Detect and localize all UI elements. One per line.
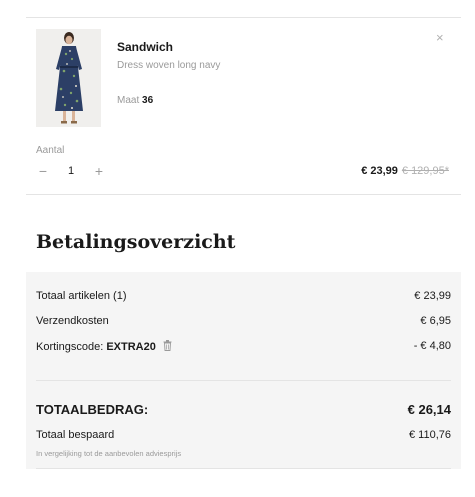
- product-description: Dress woven long navy: [117, 60, 221, 71]
- size-label: Maat: [117, 95, 140, 106]
- minus-icon[interactable]: −: [36, 163, 50, 179]
- divider: [26, 194, 461, 195]
- summary-row-label: Verzendkosten: [36, 315, 109, 327]
- price-original: € 129,95*: [401, 165, 449, 177]
- divider: [26, 17, 461, 18]
- product-brand[interactable]: Sandwich: [117, 40, 173, 54]
- quantity-label: Aantal: [36, 145, 65, 156]
- quantity-value[interactable]: 1: [50, 165, 92, 177]
- product-image[interactable]: [36, 29, 101, 127]
- summary-panel: Totaal artikelen (1) € 23,99 Verzendkost…: [26, 272, 461, 469]
- discount-value: - € 4,80: [413, 340, 451, 352]
- summary-row-articles: Totaal artikelen (1) € 23,99: [36, 290, 451, 302]
- divider: [36, 468, 451, 469]
- quantity-stepper: − 1 +: [36, 163, 106, 179]
- summary-row-total: TOTAALBEDRAG: € 26,14: [36, 402, 451, 417]
- shopping-cart-page: Sandwich Dress woven long navy Maat 36 ×…: [0, 0, 475, 497]
- product-size: Maat 36: [117, 95, 153, 106]
- summary-row-value: € 23,99: [414, 290, 451, 302]
- summary-row-saved: Totaal bespaard € 110,76: [36, 429, 451, 441]
- total-label: TOTAALBEDRAG:: [36, 402, 149, 417]
- product-price: € 23,99 € 129,95*: [361, 165, 449, 177]
- summary-title: Betalingsoverzicht: [36, 231, 236, 253]
- summary-row-label: Totaal artikelen (1): [36, 290, 127, 302]
- price-current: € 23,99: [361, 165, 398, 177]
- trash-icon[interactable]: [163, 340, 172, 354]
- summary-row-value: € 6,95: [420, 315, 451, 327]
- divider: [36, 380, 451, 381]
- size-value: 36: [142, 95, 154, 106]
- summary-row-discount: Kortingscode: EXTRA20 - € 4,80: [36, 340, 451, 354]
- discount-label: Kortingscode:: [36, 340, 104, 353]
- total-value: € 26,14: [407, 402, 451, 417]
- close-icon[interactable]: ×: [436, 30, 444, 45]
- summary-row-shipping: Verzendkosten € 6,95: [36, 315, 451, 327]
- plus-icon[interactable]: +: [92, 163, 106, 179]
- saved-label: Totaal bespaard: [36, 429, 115, 441]
- saved-value: € 110,76: [408, 429, 451, 441]
- saved-note: In vergelijking tot de aanbevolen advies…: [36, 449, 182, 458]
- discount-label-group: Kortingscode: EXTRA20: [36, 340, 172, 354]
- discount-code: EXTRA20: [106, 340, 156, 353]
